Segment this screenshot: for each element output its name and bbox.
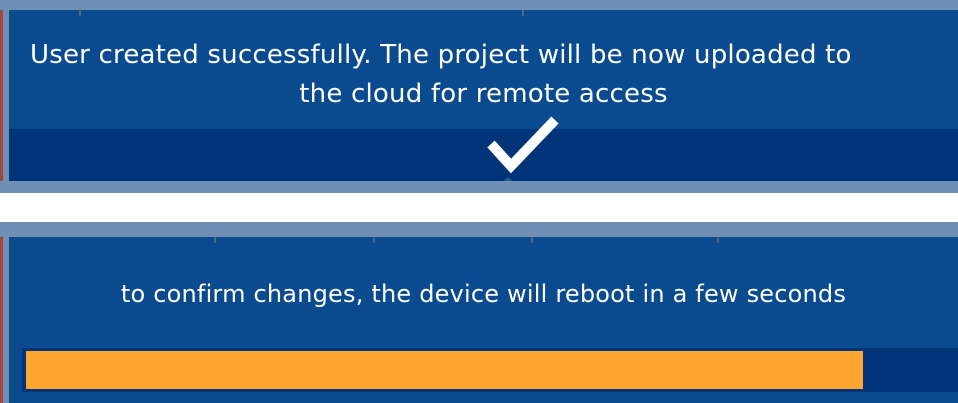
bottom-divider-tick: [214, 237, 216, 243]
bottom-divider-tick: [531, 237, 533, 243]
frame-edge: [0, 237, 3, 403]
success-message: User created successfully. The project w…: [9, 36, 958, 114]
bottom-divider-tick: [717, 237, 719, 243]
bottom-divider-tick: [373, 237, 375, 243]
success-dialog: User created successfully. The project w…: [0, 0, 958, 193]
success-message-line2: the cloud for remote access: [299, 79, 668, 109]
success-message-line1: User created successfully. The project w…: [30, 40, 852, 70]
reboot-progress-fill: [26, 351, 863, 389]
top-divider-tick: [522, 10, 524, 16]
checkmark-icon[interactable]: [485, 114, 561, 180]
dialog-pointer: [495, 177, 521, 181]
reboot-progress-bar: [22, 348, 958, 392]
reboot-message: to confirm changes, the device will rebo…: [120, 280, 847, 308]
top-divider-tick: [79, 10, 81, 16]
reboot-dialog: to confirm changes, the device will rebo…: [0, 222, 958, 403]
success-dialog-footer: [9, 129, 958, 181]
frame-edge: [0, 10, 3, 181]
